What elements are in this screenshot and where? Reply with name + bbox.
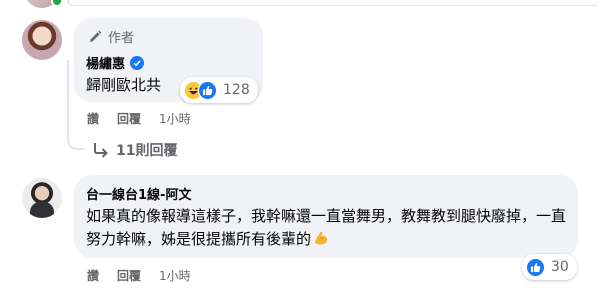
avatar[interactable] bbox=[22, 20, 62, 60]
avatar[interactable] bbox=[22, 178, 62, 218]
timestamp[interactable]: 1小時 bbox=[159, 110, 191, 127]
reaction-summary[interactable]: 128 bbox=[180, 77, 258, 103]
view-replies-label[interactable]: 11則回覆 bbox=[116, 140, 177, 160]
timestamp[interactable]: 1小時 bbox=[159, 267, 191, 284]
reply-button[interactable]: 回覆 bbox=[117, 267, 141, 284]
author-badge: 作者 bbox=[87, 27, 134, 46]
pen-icon bbox=[87, 29, 103, 45]
reaction-count: 128 bbox=[223, 82, 250, 98]
thread-line bbox=[67, 60, 69, 132]
commenter-name-text[interactable]: 台一線台1線-阿文 bbox=[86, 184, 191, 203]
comment-text: 歸剛歐北共 bbox=[86, 76, 162, 94]
like-button[interactable]: 讚 bbox=[87, 267, 99, 284]
avatar-figure bbox=[30, 202, 54, 218]
view-replies-button[interactable]: 11則回覆 bbox=[92, 140, 177, 160]
online-status-dot bbox=[51, 0, 63, 7]
like-reaction-icon bbox=[526, 257, 545, 277]
previous-comment-edge bbox=[0, 0, 597, 8]
reaction-count: 30 bbox=[551, 259, 569, 275]
thread-curve bbox=[67, 126, 85, 150]
flexed-biceps-emoji bbox=[313, 230, 329, 246]
reply-arrow-icon bbox=[92, 142, 110, 158]
commenter-name[interactable]: 台一線台1線-阿文 bbox=[86, 184, 191, 203]
commenter-name-text[interactable]: 楊繡惠 bbox=[86, 53, 125, 72]
comment-text: 如果真的像報導這樣子，我幹嘛還一直當舞男，教舞教到腿快廢掉，一直努力幹嘛，姊是很… bbox=[86, 205, 572, 251]
reaction-summary[interactable]: 30 bbox=[522, 254, 577, 280]
verified-badge-icon bbox=[130, 55, 145, 70]
author-badge-label: 作者 bbox=[108, 31, 135, 46]
comment-actions: 讚 回覆 1小時 bbox=[87, 267, 191, 284]
reply-button[interactable]: 回覆 bbox=[117, 110, 141, 127]
commenter-name[interactable]: 楊繡惠 bbox=[86, 53, 145, 72]
like-button[interactable]: 讚 bbox=[87, 110, 99, 127]
thread-connector bbox=[67, 0, 597, 6]
like-reaction-icon bbox=[198, 80, 217, 100]
comment-actions: 讚 回覆 1小時 bbox=[87, 110, 191, 127]
